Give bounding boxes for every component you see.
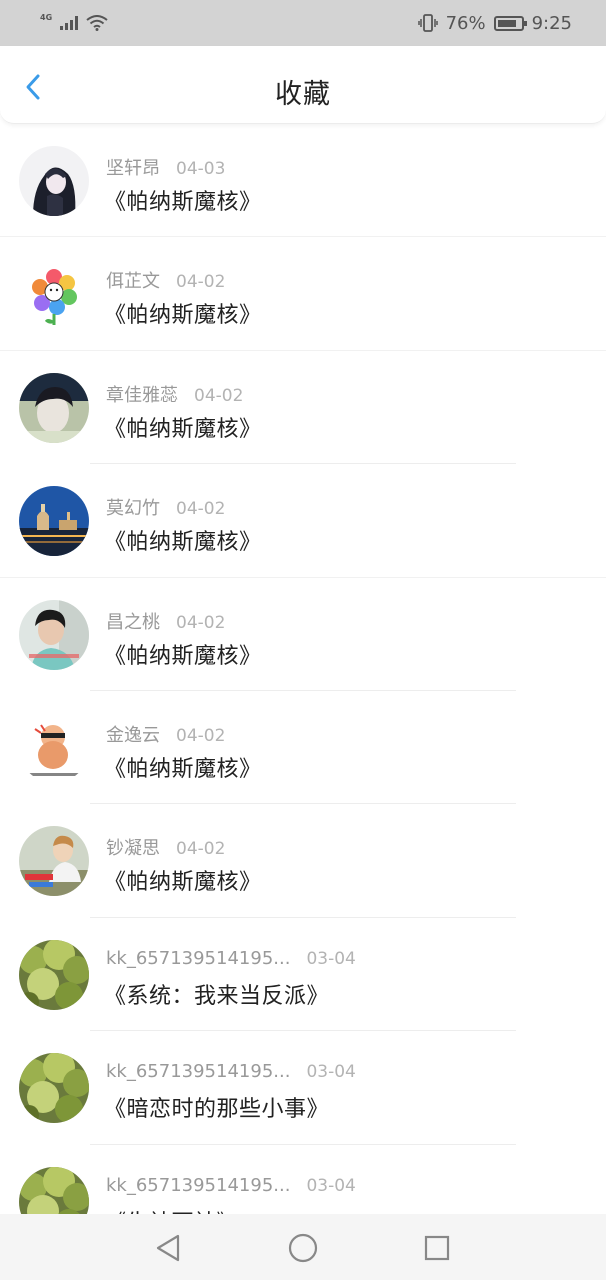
item-date: 04-02 (176, 612, 226, 633)
status-bar: 4G 76% 9:25 (0, 0, 606, 46)
item-meta: 金逸云 04-02 (106, 721, 225, 747)
user-avatar[interactable] (19, 599, 89, 670)
recents-square-icon (424, 1235, 450, 1261)
user-avatar[interactable] (19, 1053, 89, 1124)
book-title[interactable]: 《帕纳斯魔核》 (104, 297, 262, 329)
item-date: 03-04 (306, 1062, 356, 1083)
list-item[interactable]: 坚轩昂 04-03 《帕纳斯魔核》 (0, 124, 606, 238)
item-date: 04-02 (176, 839, 226, 860)
book-title[interactable]: 《帕纳斯魔核》 (104, 638, 262, 670)
item-date: 04-02 (176, 725, 226, 746)
item-meta: 佴芷文 04-02 (106, 267, 225, 293)
user-avatar[interactable] (19, 939, 89, 1010)
back-triangle-icon (156, 1234, 180, 1262)
item-date: 04-03 (176, 159, 226, 179)
list-item[interactable]: 昌之桃 04-02 《帕纳斯魔核》 (0, 578, 606, 692)
list-item[interactable]: 章佳雅蕊 04-02 《帕纳斯魔核》 (0, 351, 606, 465)
wifi-icon (86, 15, 108, 31)
user-name[interactable]: kk_657139514195... (106, 1175, 290, 1196)
header: 收藏 (0, 46, 606, 124)
user-name[interactable]: 昌之桃 (106, 608, 160, 634)
battery-icon (493, 15, 527, 31)
status-right: 76% 9:25 (417, 12, 572, 34)
user-name[interactable]: 坚轩昂 (106, 154, 160, 180)
user-avatar[interactable] (19, 372, 89, 443)
book-title[interactable]: 《系统：我来当反派》 (104, 978, 329, 1010)
list-item[interactable]: kk_657139514195... 03-04 《系统：我来当反派》 (0, 918, 606, 1032)
item-meta: 坚轩昂 04-03 (106, 154, 225, 180)
book-title[interactable]: 《生神死神》 (104, 1205, 239, 1214)
list-item[interactable]: 金逸云 04-02 《帕纳斯魔核》 (0, 691, 606, 805)
book-title[interactable]: 《帕纳斯魔核》 (104, 184, 262, 216)
network-type: 4G (40, 12, 53, 22)
item-meta: 昌之桃 04-02 (106, 608, 225, 634)
clock: 9:25 (531, 12, 572, 34)
user-name[interactable]: kk_657139514195... (106, 948, 290, 969)
battery-percent: 76% (445, 12, 486, 34)
item-date: 03-04 (306, 1175, 356, 1196)
item-meta: kk_657139514195... 03-04 (106, 1175, 356, 1196)
user-avatar[interactable] (19, 259, 89, 330)
item-date: 04-02 (176, 499, 226, 520)
user-name[interactable]: 佴芷文 (106, 267, 160, 293)
user-name[interactable]: 钞凝思 (106, 834, 160, 860)
user-avatar[interactable] (19, 1166, 89, 1214)
list-item[interactable]: 佴芷文 04-02 《帕纳斯魔核》 (0, 237, 606, 352)
user-avatar[interactable] (19, 712, 89, 783)
nav-back-button[interactable] (152, 1232, 184, 1264)
item-meta: kk_657139514195... 03-04 (106, 948, 356, 969)
item-meta: 莫幻竹 04-02 (106, 494, 225, 520)
book-title[interactable]: 《暗恋时的那些小事》 (104, 1091, 329, 1123)
book-title[interactable]: 《帕纳斯魔核》 (104, 524, 262, 556)
list-item[interactable]: 莫幻竹 04-02 《帕纳斯魔核》 (0, 464, 606, 578)
item-meta: kk_657139514195... 03-04 (106, 1061, 356, 1082)
item-meta: 钞凝思 04-02 (106, 834, 225, 860)
book-title[interactable]: 《帕纳斯魔核》 (104, 751, 262, 783)
item-date: 03-04 (306, 948, 356, 969)
nav-recents-button[interactable] (421, 1232, 453, 1264)
user-name[interactable]: kk_657139514195... (106, 1061, 290, 1082)
item-meta: 章佳雅蕊 04-02 (106, 381, 243, 407)
list-item[interactable]: 钞凝思 04-02 《帕纳斯魔核》 (0, 804, 606, 919)
nav-home-button[interactable] (287, 1232, 319, 1264)
user-avatar[interactable] (19, 826, 89, 897)
favorites-list: 坚轩昂 04-03 《帕纳斯魔核》 佴芷文 04-02 《帕纳斯魔核》 章佳雅蕊… (0, 124, 606, 1214)
user-name[interactable]: 金逸云 (106, 721, 160, 747)
item-date: 04-02 (176, 272, 226, 293)
signal-icon (60, 16, 79, 30)
page-title: 收藏 (275, 79, 331, 110)
list-item[interactable]: kk_657139514195... 03-04 《暗恋时的那些小事》 (0, 1031, 606, 1145)
home-circle-icon (288, 1233, 318, 1263)
user-name[interactable]: 莫幻竹 (106, 494, 160, 520)
list-item[interactable]: kk_657139514195... 03-04 《生神死神》 (0, 1145, 606, 1214)
item-date: 04-02 (194, 385, 244, 406)
status-left: 4G (40, 12, 108, 31)
user-avatar[interactable] (19, 486, 89, 557)
system-nav-bar (0, 1214, 606, 1280)
book-title[interactable]: 《帕纳斯魔核》 (104, 411, 262, 443)
book-title[interactable]: 《帕纳斯魔核》 (104, 864, 262, 896)
user-name[interactable]: 章佳雅蕊 (106, 381, 178, 407)
vibrate-icon (417, 14, 438, 32)
user-avatar[interactable] (19, 146, 89, 216)
